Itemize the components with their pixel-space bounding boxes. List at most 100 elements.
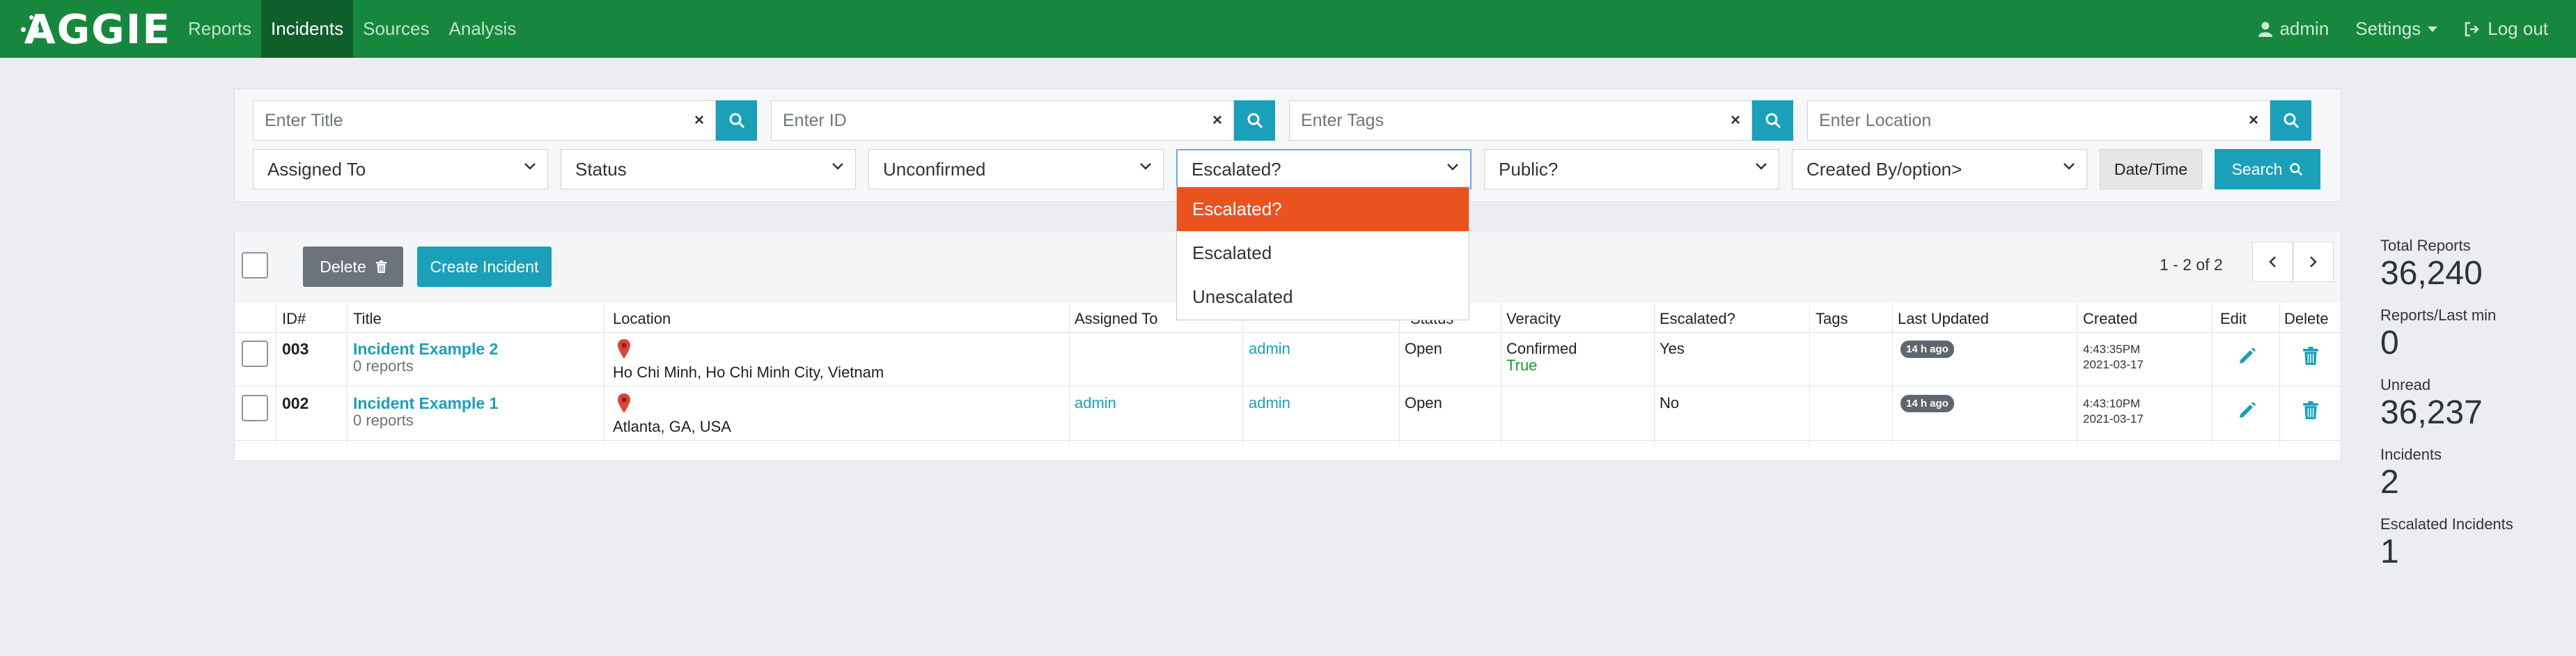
search-icon	[2284, 113, 2299, 129]
user-icon	[2258, 22, 2273, 37]
incident-status: Open	[1405, 394, 1442, 412]
logout-link[interactable]: Log out	[2464, 18, 2548, 40]
tags-placeholder: Enter Tags	[1301, 110, 1384, 130]
nav-reports[interactable]: Reports	[178, 0, 261, 58]
public-select[interactable]: Public?	[1484, 149, 1779, 189]
th-edit: Edit	[2220, 310, 2247, 327]
nav-analysis[interactable]: Analysis	[439, 0, 526, 58]
title-placeholder: Enter Title	[265, 110, 343, 130]
nav-incidents[interactable]: Incidents	[261, 0, 354, 58]
id-search: Enter ID ×	[771, 100, 1275, 141]
tags-search: Enter Tags ×	[1289, 100, 1793, 141]
incident-title-link[interactable]: Incident Example 1	[353, 394, 498, 413]
th-id[interactable]: ID#	[282, 310, 306, 328]
assigned-to-value: Assigned To	[267, 158, 366, 180]
stat-label-unread: Unread	[2380, 376, 2431, 393]
public-value: Public?	[1499, 158, 1559, 180]
row-checkbox[interactable]	[242, 341, 268, 367]
th-assigned-to[interactable]: Assigned To	[1075, 310, 1157, 328]
tags-search-button[interactable]	[1752, 100, 1793, 141]
incident-status: Open	[1405, 340, 1442, 357]
clear-id-icon[interactable]: ×	[1212, 111, 1222, 130]
title-input[interactable]: Enter Title ×	[253, 100, 716, 141]
escalated-select[interactable]: Escalated?	[1176, 149, 1472, 189]
clear-title-icon[interactable]: ×	[694, 111, 704, 130]
logout-icon	[2465, 22, 2480, 36]
th-tags[interactable]: Tags	[1816, 310, 1848, 328]
assigned-to-select[interactable]: Assigned To	[253, 149, 548, 189]
prev-page-button[interactable]	[2252, 242, 2293, 282]
stat-label-total-reports: Total Reports	[2380, 237, 2471, 254]
map-pin-icon	[618, 393, 630, 413]
status-select[interactable]: Status	[561, 149, 856, 189]
veracity-select[interactable]: Unconfirmed	[868, 149, 1164, 189]
select-all-checkbox[interactable]	[242, 252, 268, 279]
th-title[interactable]: Title	[353, 310, 382, 328]
th-created[interactable]: Created	[2083, 310, 2137, 328]
dropdown-option-escalated[interactable]: Escalated	[1177, 231, 1469, 275]
incident-location: Ho Chi Minh, Ho Chi Minh City, Vietnam	[613, 364, 884, 381]
trash-icon[interactable]	[2303, 347, 2318, 365]
th-location[interactable]: Location	[613, 310, 671, 328]
search-icon	[1247, 113, 1263, 129]
dropdown-option-escalated-placeholder[interactable]: Escalated?	[1177, 187, 1469, 231]
created-time: 4:43:10PM	[2083, 397, 2141, 410]
delete-button-label: Delete	[320, 257, 366, 276]
search-button[interactable]: Search	[2215, 149, 2320, 189]
status-value: Status	[575, 158, 627, 180]
incident-location: Atlanta, GA, USA	[613, 418, 731, 435]
stats-sidebar: Total Reports 36,240 Reports/Last min 0 …	[2380, 237, 2513, 585]
location-input[interactable]: Enter Location ×	[1807, 100, 2270, 141]
aggie-logo[interactable]: AGGIE	[18, 9, 171, 49]
incident-title-link[interactable]: Incident Example 2	[353, 340, 498, 359]
th-escalated[interactable]: Escalated?	[1660, 310, 1735, 328]
incident-creator[interactable]: admin	[1249, 394, 1290, 412]
id-input[interactable]: Enter ID ×	[771, 100, 1234, 141]
delete-button[interactable]: Delete	[303, 247, 403, 287]
row-checkbox[interactable]	[242, 395, 268, 421]
created-date: 2021-03-17	[2083, 412, 2144, 425]
settings-menu[interactable]: Settings	[2355, 18, 2438, 40]
table-row: 002 Incident Example 1 0 reports Atlanta…	[235, 386, 2341, 441]
clear-location-icon[interactable]: ×	[2249, 111, 2258, 130]
search-icon	[2290, 163, 2303, 176]
clear-tags-icon[interactable]: ×	[1731, 111, 1740, 130]
chevron-down-icon	[1756, 163, 1767, 170]
id-placeholder: Enter ID	[783, 110, 847, 130]
create-incident-button[interactable]: Create Incident	[417, 247, 552, 287]
next-page-button[interactable]	[2293, 242, 2334, 282]
tags-input[interactable]: Enter Tags ×	[1289, 100, 1752, 141]
location-placeholder: Enter Location	[1819, 110, 1932, 130]
user-name: admin	[2279, 18, 2329, 39]
id-search-button[interactable]	[1234, 100, 1275, 141]
location-search-button[interactable]	[2270, 100, 2311, 141]
dropdown-option-unescalated[interactable]: Unescalated	[1177, 275, 1469, 319]
map-pin-icon	[618, 339, 630, 359]
nav-sources[interactable]: Sources	[353, 0, 439, 58]
last-updated-badge: 14 h ago	[1900, 395, 1954, 412]
location-search: Enter Location ×	[1807, 100, 2311, 141]
veracity-value: Unconfirmed	[883, 158, 986, 180]
created-by-select[interactable]: Created By/option>	[1792, 149, 2087, 189]
trash-icon[interactable]	[2303, 401, 2318, 419]
created-time: 4:43:35PM	[2083, 343, 2141, 356]
pencil-icon[interactable]	[2238, 401, 2256, 419]
stat-value-total-reports: 36,240	[2380, 255, 2483, 292]
incident-creator[interactable]: admin	[1249, 340, 1290, 358]
nav-right: admin Settings Log out	[2232, 18, 2548, 40]
title-search: Enter Title ×	[253, 100, 757, 141]
th-last-updated[interactable]: Last Updated	[1898, 310, 1989, 328]
pencil-icon[interactable]	[2238, 347, 2256, 365]
user-menu[interactable]: admin	[2258, 18, 2329, 40]
stat-value-reports-last-min: 0	[2380, 325, 2399, 361]
stat-value-incidents: 2	[2380, 464, 2399, 501]
title-search-button[interactable]	[716, 100, 757, 141]
trash-icon	[375, 260, 387, 273]
incident-reports-count: 0 reports	[353, 357, 414, 375]
th-veracity[interactable]: Veracity	[1506, 310, 1561, 328]
chevron-down-icon	[524, 163, 536, 170]
search-row: Enter Title × Enter ID × Enter Tags × En…	[253, 100, 2311, 141]
date-time-button[interactable]: Date/Time	[2100, 149, 2202, 189]
chevron-down-icon	[832, 163, 843, 170]
incident-assigned-to[interactable]: admin	[1075, 394, 1116, 412]
